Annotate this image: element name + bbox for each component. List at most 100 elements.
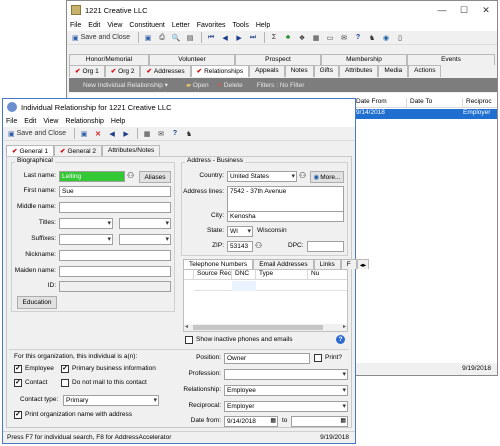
binoculars-icon[interactable]: ⚇	[127, 171, 134, 180]
col-date-from[interactable]: Date From	[353, 98, 407, 107]
menu-favorites[interactable]: Favorites	[197, 22, 226, 29]
plugin-icon[interactable]: ❖	[296, 32, 308, 44]
relationship-select[interactable]: Employee	[224, 385, 348, 396]
date-to-field[interactable]: ▦	[291, 416, 348, 427]
dlg-menu-edit[interactable]: Edit	[24, 118, 36, 125]
tab-addresses[interactable]: ✔ Addresses	[140, 65, 191, 77]
phone-grid-scrollbar[interactable]: ◂ ▸	[184, 324, 347, 331]
binoculars-icon[interactable]: ⚇	[255, 241, 262, 250]
scroll-left-icon[interactable]: ◂	[185, 323, 188, 330]
tab-org-2[interactable]: ✔ Org 2	[104, 65, 141, 77]
middle-name-field[interactable]	[59, 202, 171, 213]
maiden-name-field[interactable]	[59, 266, 171, 277]
more-button[interactable]: ◉ More...	[310, 171, 344, 183]
notes-icon[interactable]: ▦	[141, 128, 153, 140]
col-type[interactable]: Type	[256, 270, 308, 279]
tab-org-1[interactable]: ✔ Org 1	[69, 65, 105, 77]
profession-select[interactable]	[224, 369, 348, 380]
next-record-icon[interactable]: ▶	[120, 128, 132, 140]
col-source-rec[interactable]: Source Rec	[194, 270, 232, 279]
mail-icon[interactable]: ✉	[338, 32, 350, 44]
title-2-select[interactable]	[119, 218, 171, 229]
col-date-to[interactable]: Date To	[407, 98, 463, 107]
show-inactive-checkbox[interactable]	[185, 336, 193, 344]
nickname-field[interactable]	[59, 250, 171, 261]
tab-more[interactable]: F	[340, 259, 357, 269]
help-icon[interactable]: ?	[336, 335, 345, 344]
dlg-menu-help[interactable]: Help	[111, 118, 125, 125]
minimize-button[interactable]: —	[431, 1, 453, 19]
disk-icon[interactable]: ▣	[78, 128, 90, 140]
suffix-2-select[interactable]	[119, 234, 171, 245]
maximize-button[interactable]: ☐	[453, 1, 475, 19]
help-icon[interactable]: ?	[169, 128, 181, 140]
menu-tools[interactable]: Tools	[233, 22, 249, 29]
card-icon[interactable]: ▭	[324, 32, 336, 44]
last-name-field[interactable]: Leiting	[59, 171, 125, 182]
tab-email-addresses[interactable]: Email Addresses	[253, 259, 314, 269]
filters-button[interactable]: Filters : No Filter	[257, 82, 305, 89]
first-record-icon[interactable]: ⏮	[205, 32, 217, 44]
contact-checkbox[interactable]: ✓	[14, 379, 22, 387]
tab-notes[interactable]: Notes	[284, 65, 314, 77]
tree-icon[interactable]: ♣	[282, 32, 294, 44]
dlg-menu-file[interactable]: File	[6, 118, 17, 125]
col-reciprocal[interactable]: Reciproc	[463, 98, 497, 107]
globe-icon[interactable]: ◉	[380, 32, 392, 44]
tab-telephone-numbers[interactable]: Telephone Numbers	[183, 259, 254, 269]
new-relationship-button[interactable]: New Individual Relationship ▾	[83, 81, 168, 89]
menu-letter[interactable]: Letter	[172, 22, 190, 29]
prev-record-icon[interactable]: ◀	[219, 32, 231, 44]
delete-button[interactable]: ✕ Delete	[217, 81, 243, 89]
calendar-icon[interactable]: ▦	[340, 417, 346, 426]
employee-checkbox[interactable]: ✓	[14, 365, 22, 373]
delete-icon[interactable]: ✕	[92, 128, 104, 140]
tab-media[interactable]: Media	[378, 65, 409, 77]
close-button[interactable]: ✕	[475, 1, 497, 19]
do-not-mail-checkbox[interactable]	[61, 379, 69, 387]
menu-edit[interactable]: Edit	[88, 22, 100, 29]
col-dnc[interactable]: DNC	[232, 270, 256, 279]
tab-membership[interactable]: Membership	[321, 54, 407, 65]
tab-attributes[interactable]: Attributes	[338, 65, 379, 77]
binoculars-icon[interactable]: ⚇	[299, 171, 306, 180]
sum-icon[interactable]: Σ	[268, 32, 280, 44]
city-field[interactable]: Kenosha	[227, 211, 344, 222]
menu-file[interactable]: File	[70, 22, 81, 29]
next-record-icon[interactable]: ▶	[233, 32, 245, 44]
menu-view[interactable]: View	[107, 22, 122, 29]
country-select[interactable]: United States	[227, 171, 297, 182]
mail-icon[interactable]: ✉	[155, 128, 167, 140]
page-icon[interactable]: ▯	[394, 32, 406, 44]
education-button[interactable]: Education	[17, 296, 57, 309]
menu-constituent[interactable]: Constituent	[129, 22, 164, 29]
tab-links[interactable]: Links	[313, 259, 341, 269]
aliases-button[interactable]: Aliases	[139, 171, 171, 183]
tab-relationships[interactable]: ✔ Relationships	[190, 65, 250, 77]
state-select[interactable]: WI	[227, 226, 253, 237]
tab-honor-memorial[interactable]: Honor/Memorial	[69, 54, 149, 65]
open-button[interactable]: ▰ Open	[186, 81, 209, 89]
col-number[interactable]: Nu	[308, 270, 347, 279]
attach-icon[interactable]: ▤	[184, 32, 196, 44]
prev-record-icon[interactable]: ◀	[106, 128, 118, 140]
suffix-1-select[interactable]	[59, 234, 113, 245]
tab-events[interactable]: Events	[407, 54, 495, 65]
print-icon[interactable]: ⎙	[156, 32, 168, 44]
dlg-menu-view[interactable]: View	[43, 118, 58, 125]
last-record-icon[interactable]: ⏭	[247, 32, 259, 44]
print-position-checkbox[interactable]	[314, 354, 322, 362]
contact-type-select[interactable]: Primary	[63, 395, 159, 406]
dpc-field[interactable]	[307, 241, 344, 252]
table-row[interactable]: 9/14/2018 Employer	[353, 109, 497, 119]
dlg-save-close-button[interactable]: ▣ Save and Close	[5, 128, 69, 140]
notes-icon[interactable]: ▦	[310, 32, 322, 44]
preview-icon[interactable]: 🔍	[170, 32, 182, 44]
help-icon[interactable]: ?	[352, 32, 364, 44]
print-org-checkbox[interactable]: ✓	[14, 411, 22, 419]
date-from-field[interactable]: 9/14/2018 ▦	[224, 416, 278, 427]
people-icon[interactable]: ♞	[366, 32, 378, 44]
calendar-icon[interactable]: ▦	[270, 417, 276, 426]
reciprocal-select[interactable]: Employer	[224, 401, 348, 412]
dlg-menu-relationship[interactable]: Relationship	[65, 118, 104, 125]
